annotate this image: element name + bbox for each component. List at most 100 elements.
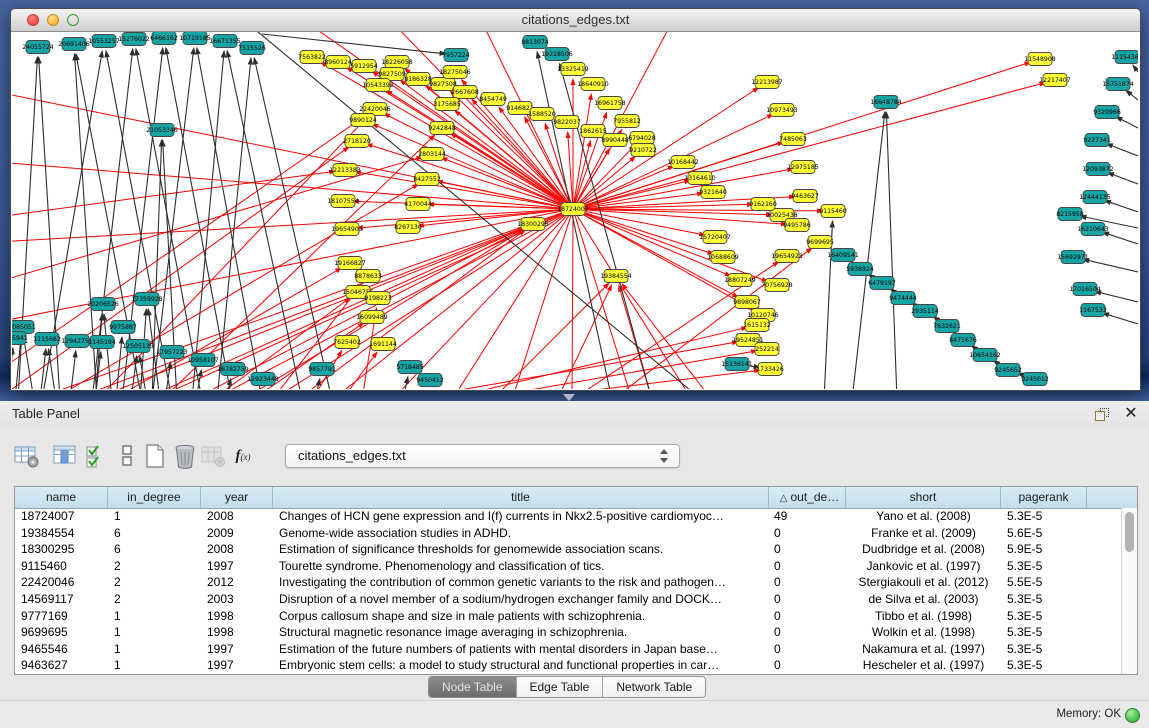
table-cell[interactable]: 5.3E-5 xyxy=(1001,558,1087,575)
graph-node[interactable]: 17359928 xyxy=(131,293,163,306)
graph-node[interactable]: 10543392 xyxy=(362,79,394,92)
table-cell[interactable]: 5.3E-5 xyxy=(1001,591,1087,608)
table-cell[interactable]: 2008 xyxy=(201,508,273,525)
graph-node[interactable]: 252214 xyxy=(755,343,779,356)
network-graph[interactable]: 2405572420691406105532571527602264661621… xyxy=(12,32,1138,389)
graph-edge[interactable] xyxy=(1103,313,1139,324)
table-cell[interactable]: 0 xyxy=(769,641,846,658)
table-cell[interactable]: 1997 xyxy=(201,657,273,674)
graph-node[interactable]: 9162160 xyxy=(749,198,777,211)
graph-node[interactable]: 9822037 xyxy=(553,116,581,129)
graph-node[interactable]: 9890124 xyxy=(349,114,377,127)
table-row[interactable]: 1830029562008Estimation of significance … xyxy=(15,541,1122,558)
graph-node[interactable]: 5718485 xyxy=(396,361,424,374)
graph-node[interactable]: 3915941 xyxy=(12,332,28,345)
graph-node[interactable]: 12217407 xyxy=(1039,74,1071,87)
table-cell[interactable]: 2003 xyxy=(201,591,273,608)
graph-node[interactable]: 19654903 xyxy=(331,223,363,236)
graph-edge[interactable] xyxy=(568,132,573,202)
graph-node[interactable]: 15136141 xyxy=(721,358,753,371)
table-cell[interactable]: Tourette syndrome. Phenomenology and cla… xyxy=(273,558,769,575)
table-cell[interactable]: 9699695 xyxy=(15,624,108,641)
table-cell[interactable]: 5.3E-5 xyxy=(1001,657,1087,674)
graph-node[interactable]: 9857791 xyxy=(308,363,336,376)
table-cell[interactable]: 0 xyxy=(769,574,846,591)
table-cell[interactable]: 1 xyxy=(108,608,201,625)
graph-node[interactable]: 9450412 xyxy=(416,374,444,387)
graph-node[interactable]: 9474444 xyxy=(889,292,917,305)
graph-node[interactable]: 12444135 xyxy=(1079,191,1111,204)
network-window-titlebar[interactable]: citations_edges.txt xyxy=(11,9,1140,32)
graph-node[interactable]: 12975185 xyxy=(787,161,819,174)
graph-node[interactable]: 2667608 xyxy=(451,86,479,99)
table-cell[interactable]: 1997 xyxy=(201,641,273,658)
network-canvas[interactable]: 2405572420691406105532571527602264661621… xyxy=(12,32,1138,389)
table-cell[interactable]: 5.9E-5 xyxy=(1001,541,1087,558)
table-row[interactable]: 946362711997Embryonic stem cells: a mode… xyxy=(15,657,1122,674)
table-cell[interactable]: Embryonic stem cells: a model to study s… xyxy=(273,657,769,674)
graph-node[interactable]: 18300295 xyxy=(517,218,549,231)
graph-node[interactable]: 10553257 xyxy=(88,35,120,48)
graph-edge[interactable] xyxy=(12,209,566,242)
graph-node[interactable]: 10719185 xyxy=(179,32,211,45)
table-cell[interactable]: Franke et al. (2009) xyxy=(846,525,1001,542)
graph-node[interactable]: 10958107 xyxy=(187,354,219,367)
graph-edge[interactable] xyxy=(492,283,609,389)
graph-node[interactable]: 12213987 xyxy=(751,76,783,89)
graph-node[interactable]: 12505135 xyxy=(122,340,154,353)
graph-edge[interactable] xyxy=(577,215,692,389)
graph-node[interactable]: 12213383 xyxy=(329,164,361,177)
table-cell[interactable]: 22420046 xyxy=(15,574,108,591)
graph-node[interactable]: 1862615 xyxy=(579,125,607,138)
graph-edge[interactable] xyxy=(342,352,377,389)
graph-node[interactable]: 8813074 xyxy=(521,36,549,49)
table-cell[interactable]: 2 xyxy=(108,574,201,591)
graph-node[interactable]: 16671355 xyxy=(209,35,241,48)
table-cell[interactable]: 9115460 xyxy=(15,558,108,575)
graph-edge[interactable] xyxy=(451,133,568,205)
graph-node[interactable]: 2935114 xyxy=(911,305,939,318)
graph-node[interactable]: 20206526 xyxy=(87,298,119,311)
table-scrollbar[interactable] xyxy=(1121,508,1137,674)
graph-node[interactable]: 9245652 xyxy=(994,364,1022,377)
table-cell[interactable]: 5.3E-5 xyxy=(1001,608,1087,625)
graph-node[interactable]: 5938924 xyxy=(846,263,874,276)
float-panel-icon[interactable] xyxy=(1095,408,1109,421)
graph-edge[interactable] xyxy=(472,351,757,389)
new-table-icon[interactable] xyxy=(140,441,170,471)
table-cell[interactable]: 9465546 xyxy=(15,641,108,658)
table-cell[interactable]: 1997 xyxy=(201,558,273,575)
graph-node[interactable]: 1167533 xyxy=(1079,304,1107,317)
graph-edge[interactable] xyxy=(70,351,76,389)
table-cell[interactable]: Corpus callosum shape and size in male p… xyxy=(273,608,769,625)
graph-node[interactable]: 12923448 xyxy=(247,373,279,386)
table-cell[interactable]: 1 xyxy=(108,657,201,674)
graph-node[interactable]: 9699695 xyxy=(806,236,834,249)
graph-node[interactable]: 15692971 xyxy=(1057,251,1089,264)
graph-node[interactable]: 8267130 xyxy=(394,221,422,234)
table-cell[interactable]: Stergiakouli et al. (2012) xyxy=(846,574,1001,591)
function-builder-icon[interactable]: f(x) xyxy=(228,441,258,471)
graph-node[interactable]: 1115682 xyxy=(33,333,61,346)
graph-node[interactable]: 10688609 xyxy=(707,251,739,264)
graph-node[interactable]: 18640910 xyxy=(577,78,609,91)
graph-node[interactable]: 10973493 xyxy=(766,104,798,117)
graph-edge[interactable] xyxy=(136,49,202,389)
graph-node[interactable]: 8186328 xyxy=(404,73,432,86)
graph-node[interactable]: 18107554 xyxy=(327,195,359,208)
graph-node[interactable]: 10168442 xyxy=(667,156,699,169)
table-cell[interactable]: 9463627 xyxy=(15,657,108,674)
select-columns-icon[interactable] xyxy=(50,441,80,471)
table-cell[interactable]: 5.6E-5 xyxy=(1001,525,1087,542)
table-cell[interactable]: 19384554 xyxy=(15,525,108,542)
table-cell[interactable]: 2012 xyxy=(201,574,273,591)
tab-node-table[interactable]: Node Table xyxy=(429,677,517,697)
table-cell[interactable]: 49 xyxy=(769,508,846,525)
graph-node[interactable]: 7625402 xyxy=(333,336,361,349)
table-cell[interactable]: 6 xyxy=(108,525,201,542)
graph-node[interactable]: 9210722 xyxy=(629,144,657,157)
graph-node[interactable]: 7485063 xyxy=(779,133,807,146)
column-header[interactable]: title xyxy=(273,487,769,508)
graph-node[interactable]: 9329966 xyxy=(1093,106,1121,119)
column-header[interactable]: pagerank xyxy=(1001,487,1087,508)
